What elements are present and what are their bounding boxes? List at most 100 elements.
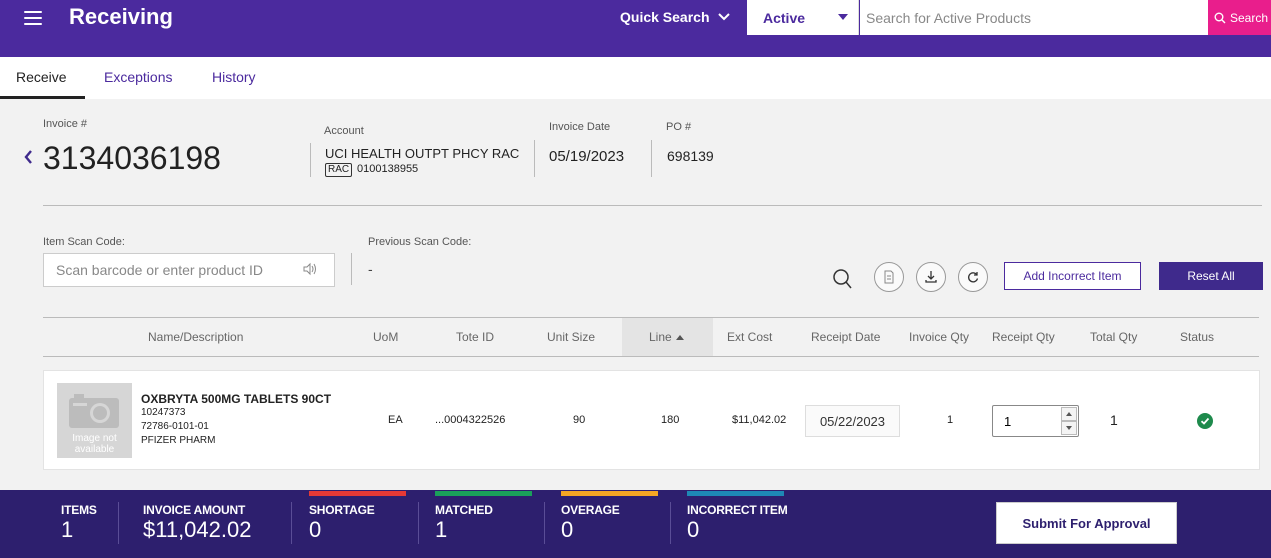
items-count: 1: [61, 517, 74, 542]
qty-decrement-button[interactable]: [1061, 421, 1077, 435]
column-header-name[interactable]: Name/Description: [148, 330, 243, 344]
po-number: 698139: [667, 148, 714, 164]
matched-count: 1: [435, 517, 448, 542]
column-header-status[interactable]: Status: [1180, 330, 1214, 344]
active-tab-indicator: [0, 96, 85, 99]
receipt-date-picker[interactable]: 05/22/2023: [805, 405, 900, 437]
submit-for-approval-button[interactable]: Submit For Approval: [996, 502, 1177, 544]
receipt-qty-stepper: [992, 405, 1079, 437]
account-badge: RAC: [325, 163, 353, 177]
item-scan-input[interactable]: [43, 253, 335, 287]
tab-history[interactable]: History: [212, 69, 256, 85]
invoice-amount-label: INVOICE AMOUNT: [143, 503, 246, 517]
overage-count: 0: [561, 517, 574, 542]
download-button[interactable]: [916, 262, 946, 292]
item-scan-label: Item Scan Code:: [43, 236, 125, 248]
overage-label: OVERAGE: [561, 503, 620, 517]
download-icon: [925, 271, 937, 283]
previous-scan-value: -: [368, 261, 373, 277]
column-header-uom[interactable]: UoM: [373, 330, 398, 344]
refresh-button[interactable]: [958, 262, 988, 292]
magnify-icon[interactable]: [831, 268, 853, 290]
divider: [544, 502, 545, 544]
tab-bar: Receive Exceptions History: [0, 57, 1271, 99]
cell-total-qty: 1: [1110, 412, 1118, 428]
divider: [670, 502, 671, 544]
column-header-receipt-qty[interactable]: Receipt Qty: [992, 330, 1055, 344]
cell-line: 180: [661, 414, 680, 426]
column-header-total-qty[interactable]: Total Qty: [1090, 330, 1137, 344]
tab-exceptions[interactable]: Exceptions: [104, 69, 172, 85]
back-chevron-icon[interactable]: [22, 148, 34, 166]
image-unavailable-text: Image not available: [72, 433, 117, 455]
items-label: ITEMS: [61, 503, 97, 517]
search-button-label: Search: [1230, 10, 1269, 25]
cell-unit-size: 90: [573, 414, 586, 426]
quick-search-label: Quick Search: [620, 9, 710, 25]
invoice-date: 05/19/2023: [549, 148, 625, 165]
hamburger-menu-icon[interactable]: [24, 11, 42, 25]
speaker-icon[interactable]: [302, 262, 318, 276]
incorrect-item-label: INCORRECT ITEM: [687, 503, 788, 517]
shortage-color-bar: [309, 491, 406, 496]
divider: [291, 502, 292, 544]
account-name: UCI HEALTH OUTPT PHCY RAC: [325, 146, 520, 161]
refresh-icon: [968, 272, 979, 283]
cell-tote-id: ...0004322526: [435, 414, 506, 426]
column-header-line[interactable]: Line: [649, 330, 684, 344]
divider: [351, 253, 352, 285]
cell-uom: EA: [388, 414, 403, 426]
table-header-border: [43, 356, 1259, 357]
product-image-placeholder: Image not available: [57, 383, 132, 458]
chevron-down-icon: [717, 13, 730, 21]
incorrect-color-bar: [687, 491, 784, 496]
product-search-input[interactable]: [860, 0, 1208, 35]
divider: [310, 143, 311, 177]
sort-ascending-icon: [675, 335, 684, 341]
add-incorrect-item-button[interactable]: Add Incorrect Item: [1004, 262, 1141, 290]
camera-icon: [69, 394, 119, 428]
divider: [534, 140, 535, 177]
product-ndc: 72786-0101-01: [141, 421, 209, 432]
shortage-label: SHORTAGE: [309, 503, 375, 517]
column-header-receipt-date[interactable]: Receipt Date: [811, 330, 880, 344]
quick-search-dropdown[interactable]: Quick Search: [620, 9, 730, 25]
print-document-button[interactable]: [874, 262, 904, 292]
product-manufacturer: PFIZER PHARM: [141, 435, 216, 446]
matched-label: MATCHED: [435, 503, 493, 517]
check-circle-icon: [1197, 413, 1213, 429]
receipt-qty-input[interactable]: [993, 406, 1057, 436]
cell-invoice-qty: 1: [947, 414, 954, 426]
divider: [651, 140, 652, 177]
column-header-invoice-qty[interactable]: Invoice Qty: [909, 330, 969, 344]
divider: [418, 502, 419, 544]
matched-color-bar: [435, 491, 532, 496]
column-header-tote-id[interactable]: Tote ID: [456, 330, 494, 344]
table-row: Image not available OXBRYTA 500MG TABLET…: [43, 370, 1260, 470]
invoice-amount: $11,042.02: [143, 517, 252, 542]
status-filter-value: Active: [763, 10, 806, 26]
qty-increment-button[interactable]: [1061, 407, 1077, 421]
section-divider: [43, 205, 1262, 206]
invoice-number: 3134036198: [43, 140, 221, 176]
top-bar: Receiving Quick Search Active Search: [0, 0, 1271, 57]
caret-down-icon: [838, 14, 848, 20]
column-header-unit-size[interactable]: Unit Size: [547, 330, 595, 344]
divider: [118, 502, 119, 544]
cell-ext-cost: $11,042.02: [732, 414, 787, 426]
account-label: Account: [324, 125, 364, 137]
invoice-number-label: Invoice #: [43, 118, 88, 130]
status-filter-select[interactable]: Active: [747, 0, 859, 35]
reset-all-button[interactable]: Reset All: [1159, 262, 1263, 290]
product-name: OXBRYTA 500MG TABLETS 90CT: [141, 392, 332, 406]
tab-receive[interactable]: Receive: [16, 69, 67, 85]
shortage-count: 0: [309, 517, 322, 542]
invoice-date-label: Invoice Date: [549, 121, 611, 133]
column-header-line-label: Line: [649, 330, 672, 344]
search-button[interactable]: Search: [1208, 0, 1271, 35]
overage-color-bar: [561, 491, 658, 496]
document-icon: [884, 270, 894, 284]
column-header-ext-cost[interactable]: Ext Cost: [727, 330, 772, 344]
page-title: Receiving: [69, 4, 173, 29]
account-number: 0100138955: [357, 163, 419, 175]
